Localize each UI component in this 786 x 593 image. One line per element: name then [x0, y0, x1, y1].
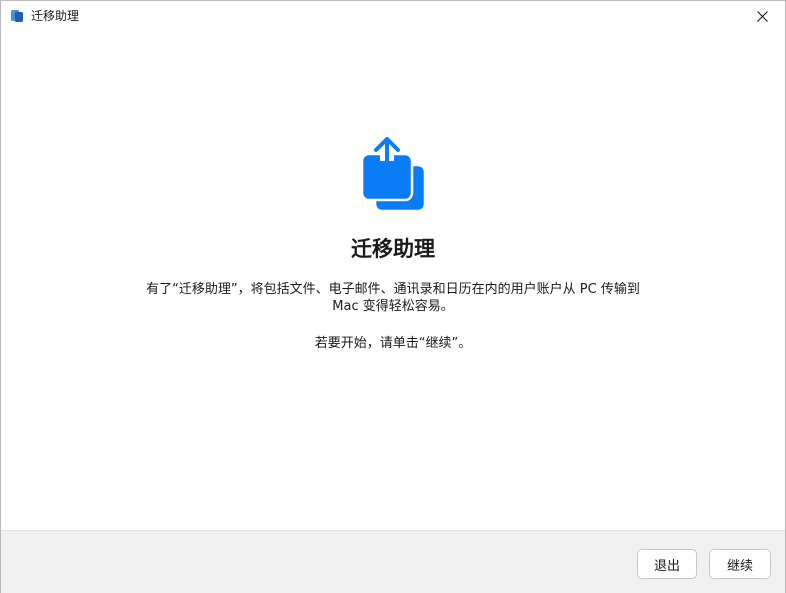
window-title: 迁移助理	[31, 9, 80, 23]
close-icon	[756, 11, 768, 22]
migration-assistant-window: 迁移助理 迁移助理 有了“迁移助理”，将包括文件、电子邮件、通讯录和日历在内的用…	[0, 0, 786, 593]
page-title: 迁移助理	[351, 237, 435, 261]
description-line-1: 有了“迁移助理”，将包括文件、电子邮件、通讯录和日历在内的用户账户从 PC 传输…	[146, 282, 640, 297]
description-line-2: Mac 变得轻松容易。	[332, 299, 454, 314]
share-upload-icon	[360, 137, 427, 213]
continue-button[interactable]: 继续	[709, 549, 771, 579]
start-hint-text: 若要开始，请单击“继续”。	[314, 336, 472, 351]
title-bar[interactable]: 迁移助理	[1, 1, 785, 32]
description-text: 有了“迁移助理”，将包括文件、电子邮件、通讯录和日历在内的用户账户从 PC 传输…	[113, 281, 673, 315]
close-button[interactable]	[739, 1, 785, 32]
main-content: 迁移助理 有了“迁移助理”，将包括文件、电子邮件、通讯录和日历在内的用户账户从 …	[1, 32, 785, 530]
migration-assistant-icon	[11, 10, 23, 22]
footer-bar: 退出 继续	[1, 530, 785, 593]
quit-button[interactable]: 退出	[637, 549, 697, 579]
